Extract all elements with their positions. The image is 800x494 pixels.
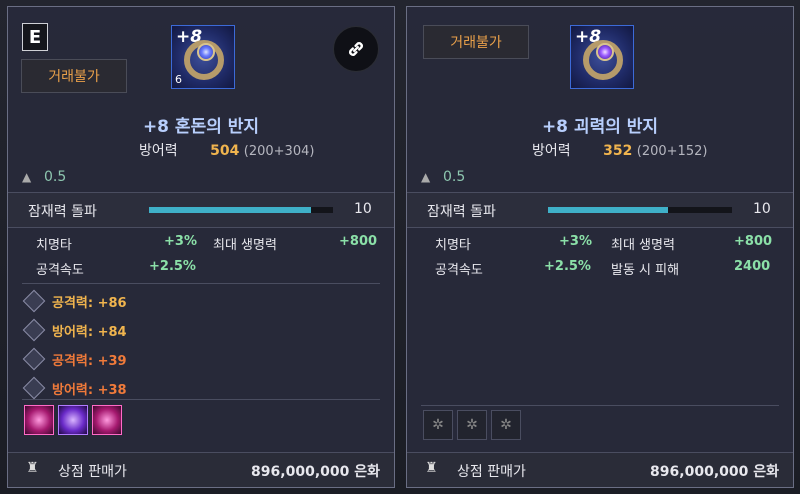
empty-rune-slot[interactable]: ✲: [457, 410, 487, 440]
stat-value: 2400: [734, 259, 771, 274]
sword-icon: [22, 347, 46, 370]
potential-value: 10: [354, 201, 372, 217]
grade-badge: E: [22, 23, 48, 51]
money-bag-icon: ♜: [425, 460, 438, 476]
trade-status-badge: 거래불가: [21, 59, 127, 93]
weight-icon: ▲: [22, 170, 32, 184]
sell-price-footer: ♜ 상점 판매가 896,000,000 은화: [407, 452, 793, 487]
link-button[interactable]: [333, 26, 379, 72]
stat-name: 최대 생명력: [213, 238, 277, 253]
engraving-line: 방어력: +38: [22, 376, 127, 399]
engraving-line: 공격력: +86: [22, 289, 127, 312]
sell-price: 896,000,000 은화: [251, 464, 380, 480]
potential-bar: [548, 207, 732, 213]
defense-breakdown: (200+152): [636, 144, 708, 159]
sell-label: 상점 판매가: [457, 464, 526, 480]
defense-value: 504: [210, 143, 240, 159]
potential-label: 잠재력 돌파: [28, 204, 97, 220]
stat-name: 공격속도: [36, 263, 84, 278]
item-title: +8 괴력의 반지: [541, 117, 659, 137]
defense-label: 방어력: [532, 143, 571, 159]
trade-status-badge: 거래불가: [423, 25, 529, 59]
potential-value: 10: [753, 201, 771, 217]
link-icon: [349, 42, 363, 56]
lock-count: 6: [175, 73, 182, 86]
stat-value: +3%: [559, 234, 592, 249]
potential-bar: [149, 207, 333, 213]
weight: ▲ 0.5: [22, 169, 67, 185]
potential-fill: [149, 207, 311, 213]
stat-name: 발동 시 피해: [611, 263, 680, 278]
rune-slot[interactable]: [92, 405, 122, 435]
engraving-line: 방어력: +84: [22, 318, 127, 341]
stat-name: 공격속도: [435, 263, 483, 278]
weight-icon: ▲: [421, 170, 431, 184]
stat-value: +2.5%: [544, 259, 591, 274]
stat-name: 최대 생명력: [611, 238, 675, 253]
item-tooltip-left: E 거래불가 +8 6 +8 혼돈의 반지 방어력 504 (200+304) …: [7, 6, 395, 488]
potential-breakthrough: 잠재력 돌파 10: [8, 192, 394, 228]
stat-name: 치명타: [435, 238, 471, 253]
stat-value: +2.5%: [149, 259, 196, 274]
empty-rune-slot[interactable]: ✲: [491, 410, 521, 440]
ring-item-icon: +8: [570, 25, 634, 89]
gem-icon: [596, 43, 614, 61]
sell-price: 896,000,000 은화: [650, 464, 779, 480]
defense-breakdown: (200+304): [243, 144, 315, 159]
defense-label: 방어력: [139, 143, 178, 159]
shield-icon: [22, 318, 46, 341]
sword-icon: [22, 289, 46, 312]
divider: [22, 283, 380, 284]
engraving-line: 공격력: +39: [22, 347, 127, 370]
weight: ▲ 0.5: [421, 169, 466, 185]
rune-slots: [24, 405, 122, 435]
divider: [22, 399, 380, 400]
item-title: +8 혼돈의 반지: [142, 117, 260, 137]
gem-icon: [197, 43, 215, 61]
potential-label: 잠재력 돌파: [427, 204, 496, 220]
rune-slots: ✲ ✲ ✲: [423, 410, 521, 440]
potential-breakthrough: 잠재력 돌파 10: [407, 192, 793, 228]
defense-line: 방어력 352 (200+152): [532, 140, 707, 160]
ring-item-icon: +8 6: [171, 25, 235, 89]
stat-value: +800: [339, 234, 378, 249]
shield-icon: [22, 376, 46, 399]
divider: [421, 405, 779, 406]
empty-rune-slot[interactable]: ✲: [423, 410, 453, 440]
item-tooltip-right: 거래불가 +8 +8 괴력의 반지 방어력 352 (200+152) ▲ 0.5…: [406, 6, 794, 488]
defense-line: 방어력 504 (200+304): [139, 140, 314, 160]
stat-value: +3%: [164, 234, 197, 249]
money-bag-icon: ♜: [26, 460, 39, 476]
rune-slot[interactable]: [58, 405, 88, 435]
stat-name: 치명타: [36, 238, 72, 253]
sell-label: 상점 판매가: [58, 464, 127, 480]
stat-value: +800: [734, 234, 773, 249]
sell-price-footer: ♜ 상점 판매가 896,000,000 은화: [8, 452, 394, 487]
potential-fill: [548, 207, 668, 213]
rune-slot[interactable]: [24, 405, 54, 435]
defense-value: 352: [603, 143, 633, 159]
